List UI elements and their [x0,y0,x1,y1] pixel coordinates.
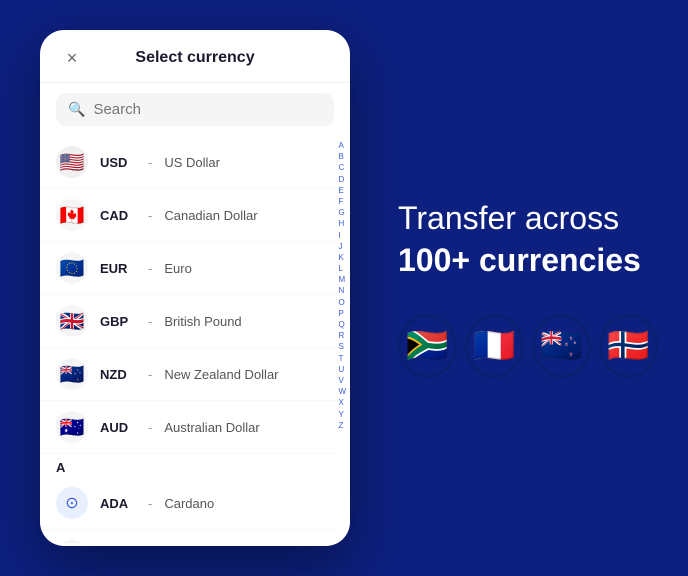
flag-norway: 🇳🇴 [599,314,658,378]
modal-title: Select currency [135,49,254,67]
code-cad: CAD [100,208,136,223]
name-eur: Euro [164,261,191,276]
alpha-b[interactable]: B [336,151,348,162]
flag-aed: 🇦🇪 [56,540,88,543]
popular-currency-eur[interactable]: 🇪🇺 EUR - Euro [40,242,336,295]
name-nzd: New Zealand Dollar [164,367,278,382]
alpha-g[interactable]: G [336,207,348,218]
search-input[interactable] [93,101,322,118]
currency-list-container[interactable]: 🇺🇸 USD - US Dollar 🇨🇦 CAD - Canadian Dol… [40,136,350,543]
transfer-line2: 100+ currencies [398,242,641,278]
popular-currency-cad[interactable]: 🇨🇦 CAD - Canadian Dollar [40,189,336,242]
flag-nzd: 🇳🇿 [56,358,88,390]
alpha-l[interactable]: L [336,263,348,274]
code-usd: USD [100,155,136,170]
name-gbp: British Pound [164,314,241,329]
alpha-n[interactable]: N [336,285,348,296]
flag-france: 🇫🇷 [465,314,524,378]
phone-mockup: × Select currency 🔍 🇺🇸 USD - US Dollar [40,30,350,546]
name-ada: Cardano [164,496,214,511]
code-aud: AUD [100,420,136,435]
alpha-y[interactable]: Y [336,409,348,420]
alpha-u[interactable]: U [336,364,348,375]
alpha-m[interactable]: M [336,274,348,285]
alpha-x[interactable]: X [336,397,348,408]
code-ada: ADA [100,496,136,511]
alpha-t[interactable]: T [336,353,348,364]
alpha-j[interactable]: J [336,241,348,252]
alpha-h[interactable]: H [336,218,348,229]
alpha-z[interactable]: Z [336,420,348,431]
currency-ada[interactable]: ⊙ ADA - Cardano [40,477,336,530]
alphabet-index: A B C D E F G H I J K L M N O P Q [336,136,348,435]
popular-currency-usd[interactable]: 🇺🇸 USD - US Dollar [40,136,336,189]
search-icon: 🔍 [68,101,85,118]
alpha-c[interactable]: C [336,162,348,173]
flag-usd: 🇺🇸 [56,146,88,178]
right-panel: Transfer across 100+ currencies 🇿🇦 🇫🇷 🇳🇿… [368,0,688,576]
popular-currency-nzd[interactable]: 🇳🇿 NZD - New Zealand Dollar [40,348,336,401]
alpha-r[interactable]: R [336,330,348,341]
alpha-v[interactable]: V [336,375,348,386]
alpha-s[interactable]: S [336,341,348,352]
transfer-text-line1: Transfer across [398,198,658,240]
flag-ada: ⊙ [56,487,88,519]
flag-eur: 🇪🇺 [56,252,88,284]
name-aud: Australian Dollar [164,420,259,435]
popular-currency-gbp[interactable]: 🇬🇧 GBP - British Pound [40,295,336,348]
name-cad: Canadian Dollar [164,208,257,223]
flag-south-africa: 🇿🇦 [398,314,457,378]
alpha-o[interactable]: O [336,297,348,308]
section-header-a: A [40,454,336,477]
bottom-flags-row: 🇿🇦 🇫🇷 🇳🇿 🇳🇴 [398,314,658,378]
popular-currency-aud[interactable]: 🇦🇺 AUD - Australian Dollar [40,401,336,454]
search-bar[interactable]: 🔍 [56,93,334,126]
currency-aed[interactable]: 🇦🇪 AED - Emirati Dirham [40,530,336,543]
alpha-e[interactable]: E [336,185,348,196]
phone-container: × Select currency 🔍 🇺🇸 USD - US Dollar [40,30,350,546]
close-button[interactable]: × [60,46,84,70]
transfer-line1: Transfer across [398,200,619,236]
alpha-d[interactable]: D [336,174,348,185]
flag-gbp: 🇬🇧 [56,305,88,337]
flag-new-zealand: 🇳🇿 [532,314,591,378]
alpha-w[interactable]: W [336,386,348,397]
code-eur: EUR [100,261,136,276]
phone-header: × Select currency [40,30,350,83]
alpha-p[interactable]: P [336,308,348,319]
alpha-f[interactable]: F [336,196,348,207]
name-usd: US Dollar [164,155,220,170]
transfer-text-line2: 100+ currencies [398,240,658,282]
code-gbp: GBP [100,314,136,329]
code-nzd: NZD [100,367,136,382]
alpha-k[interactable]: K [336,252,348,263]
phone-content: 🔍 🇺🇸 USD - US Dollar 🇨🇦 CAD - Canadian D… [40,83,350,543]
alpha-i[interactable]: I [336,230,348,241]
flag-cad: 🇨🇦 [56,199,88,231]
alpha-a[interactable]: A [336,140,348,151]
alpha-q[interactable]: Q [336,319,348,330]
flag-aud: 🇦🇺 [56,411,88,443]
